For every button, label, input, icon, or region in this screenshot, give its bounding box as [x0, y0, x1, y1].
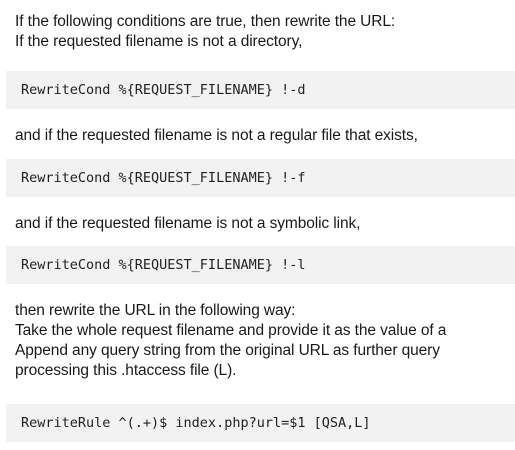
- rewrite-explanation-paragraph: then rewrite the URL in the following wa…: [15, 301, 446, 381]
- code-block-symlink-condition: RewriteCond %{REQUEST_FILENAME} !-l: [6, 246, 515, 284]
- intro-line-1: If the following conditions are true, th…: [15, 13, 396, 30]
- intro-paragraph: If the following conditions are true, th…: [15, 12, 395, 52]
- code-block-rewrite-rule: RewriteRule ^(.+)$ index.php?url=$1 [QSA…: [6, 404, 515, 442]
- explanation-line-2: Take the whole request filename and prov…: [15, 322, 447, 339]
- code-block-file-condition: RewriteCond %{REQUEST_FILENAME} !-f: [6, 159, 515, 197]
- explanation-line-4: processing this .htaccess file (L).: [15, 362, 237, 379]
- explanation-line-1: then rewrite the URL in the following wa…: [15, 302, 296, 319]
- code-block-directory-condition: RewriteCond %{REQUEST_FILENAME} !-d: [6, 71, 515, 109]
- intro-line-2: If the requested filename is not a direc…: [15, 33, 303, 50]
- explanation-line-3: Append any query string from the origina…: [15, 342, 440, 359]
- document-page: If the following conditions are true, th…: [0, 0, 515, 450]
- regular-file-condition-text: and if the requested filename is not a r…: [15, 127, 418, 144]
- symbolic-link-condition-text: and if the requested filename is not a s…: [15, 215, 361, 232]
